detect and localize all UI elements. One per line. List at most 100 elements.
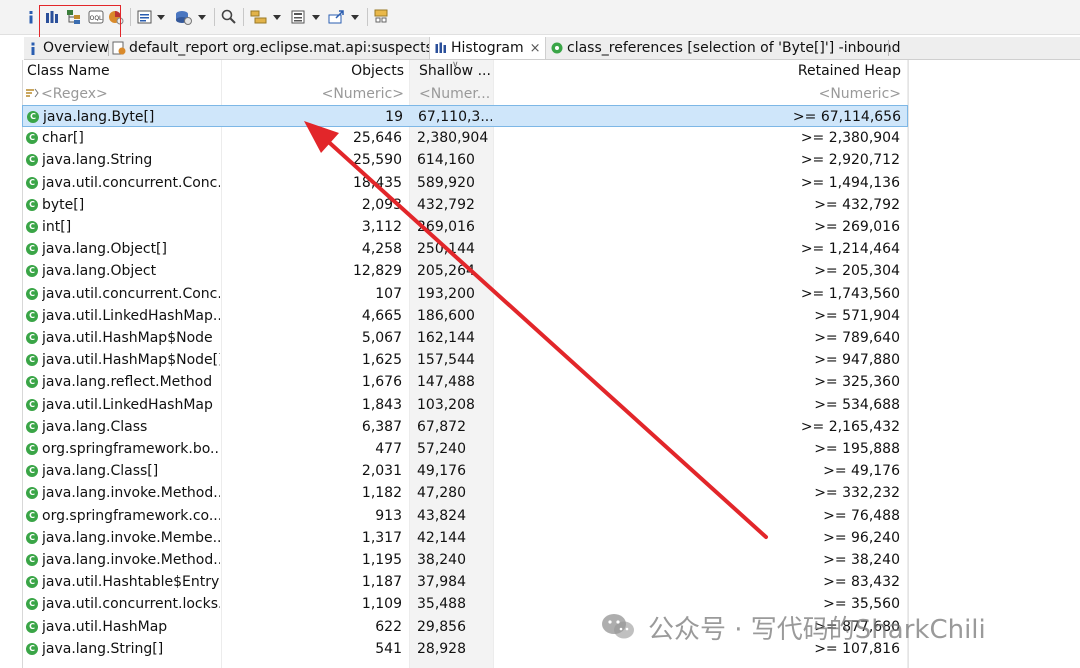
- shallow-heap-cell: 47,280: [417, 485, 466, 502]
- objects-cell: 25,646: [353, 130, 402, 147]
- table-row[interactable]: java.util.LinkedHashMap 1,843 103,208 >= 53…: [22, 394, 908, 416]
- table-row[interactable]: java.util.Hashtable$Entry 1,187 37,984 >= 8…: [22, 571, 908, 593]
- objects-cell: 541: [375, 640, 402, 657]
- chevron-down-icon[interactable]: [311, 8, 321, 26]
- retained-heap-filter[interactable]: <Numeric>: [494, 83, 901, 105]
- class-icon: [27, 111, 39, 123]
- class-icon: [26, 487, 38, 500]
- class-icon: [26, 531, 38, 544]
- close-icon[interactable]: ×: [530, 41, 541, 56]
- class-icon: [26, 354, 38, 367]
- class-icon: [26, 309, 38, 322]
- info-icon[interactable]: [24, 8, 38, 26]
- class-name-cell: java.lang.invoke.Method...: [42, 485, 220, 502]
- tab-default-report[interactable]: default_report org.eclipse.mat.api:suspe…: [112, 37, 433, 59]
- table-row[interactable]: java.util.LinkedHashMap... 4,665 186,600 >=…: [22, 305, 908, 327]
- tab-histogram[interactable]: Histogram ×: [429, 37, 546, 59]
- column-header-class-name[interactable]: Class Name: [27, 60, 217, 83]
- objects-cell: 4,258: [361, 241, 402, 258]
- objects-cell: 1,109: [361, 596, 402, 613]
- table-row[interactable]: java.lang.invoke.Method... 1,195 38,240 >= …: [22, 549, 908, 571]
- retained-heap-cell: >= 1,214,464: [800, 241, 900, 258]
- sort-indicator-icon: ∨: [452, 60, 459, 70]
- class-icon: [26, 287, 38, 300]
- class-name-cell: java.lang.Object[]: [42, 241, 167, 258]
- shallow-heap-filter[interactable]: <Numer...: [419, 83, 491, 105]
- find-object-icon[interactable]: [221, 8, 237, 26]
- shallow-heap-cell: 162,144: [417, 330, 475, 346]
- chevron-down-icon[interactable]: [197, 8, 207, 26]
- objects-cell: 18,435: [353, 174, 402, 191]
- retained-heap-cell: >= 2,920,712: [800, 152, 900, 169]
- calculate-icon[interactable]: [290, 8, 306, 26]
- retained-heap-cell: >= 49,176: [823, 463, 900, 480]
- retained-heap-cell: >= 67,114,656: [792, 109, 901, 125]
- class-icon: [26, 576, 38, 589]
- table-row[interactable]: int[] 3,112 269,016 >= 269,016: [22, 216, 908, 238]
- column-header-retained-heap[interactable]: Retained Heap: [494, 60, 901, 83]
- table-row[interactable]: java.util.concurrent.Conc... 107 193,200 >=…: [22, 283, 908, 305]
- query-browser-icon[interactable]: [137, 8, 153, 26]
- column-header-objects[interactable]: Objects: [222, 60, 404, 83]
- tab-label: class_references [selection of 'Byte[]']…: [567, 40, 901, 56]
- tab-class-references[interactable]: class_references [selection of 'Byte[]']…: [550, 37, 901, 59]
- objects-cell: 5,067: [361, 330, 402, 346]
- export-icon[interactable]: [328, 8, 346, 26]
- table-row[interactable]: java.lang.Object 12,829 205,264 >= 205,304: [22, 260, 908, 282]
- table-row[interactable]: java.lang.Object[] 4,258 250,144 >= 1,214,4…: [22, 238, 908, 260]
- shallow-heap-cell: 35,488: [417, 596, 466, 613]
- tab-label: default_report org.eclipse.mat.api:suspe…: [129, 40, 433, 56]
- table-row[interactable]: char[] 25,646 2,380,904 >= 2,380,904: [22, 127, 908, 149]
- table-row[interactable]: java.lang.String 25,590 614,160 >= 2,920,71…: [22, 149, 908, 171]
- chevron-down-icon[interactable]: [350, 8, 360, 26]
- shallow-heap-cell: 147,488: [417, 374, 475, 391]
- retained-heap-cell: >= 195,888: [814, 441, 900, 457]
- class-name-cell: java.util.concurrent.locks...: [42, 596, 220, 613]
- class-icon: [26, 154, 38, 167]
- table-row[interactable]: java.util.HashMap$Node[] 1,625 157,544 >= 9…: [22, 349, 908, 371]
- report-icon: [112, 41, 126, 55]
- left-gutter: [0, 60, 23, 668]
- objects-filter[interactable]: <Numeric>: [222, 83, 404, 105]
- class-icon: [26, 554, 38, 566]
- shallow-heap-cell: 67,110,3...: [418, 109, 492, 125]
- heap-dump-overview-icon[interactable]: [174, 8, 192, 26]
- class-icon: [26, 265, 38, 278]
- class-name-filter[interactable]: <Regex>: [25, 83, 219, 105]
- objects-cell: 913: [375, 507, 402, 524]
- class-name-cell: java.lang.String[]: [42, 640, 164, 657]
- objects-cell: 1,843: [361, 396, 402, 413]
- table-row[interactable]: java.lang.reflect.Method 1,676 147,488 >= 3…: [22, 371, 908, 393]
- retained-heap-cell: >= 325,360: [814, 374, 900, 391]
- class-name-cell: java.lang.String: [42, 152, 153, 169]
- retained-heap-cell: >= 2,380,904: [800, 130, 900, 147]
- objects-cell: 1,195: [361, 552, 402, 568]
- shallow-heap-cell: 205,264: [417, 263, 475, 280]
- class-icon: [26, 132, 38, 145]
- shallow-heap-cell: 29,856: [417, 618, 466, 635]
- chevron-down-icon[interactable]: [272, 8, 282, 26]
- table-row[interactable]: byte[] 2,093 432,792 >= 432,792: [22, 194, 908, 216]
- histogram-icon: [434, 41, 448, 55]
- tab-overview[interactable]: Overview: [26, 37, 109, 59]
- class-name-cell: org.springframework.co...: [42, 507, 220, 524]
- chevron-down-icon[interactable]: [156, 8, 166, 26]
- shallow-heap-cell: 42,144: [417, 529, 466, 546]
- table-row[interactable]: java.lang.Class[] 2,031 49,176 >= 49,176: [22, 460, 908, 482]
- tab-label: Histogram: [451, 40, 524, 56]
- table-row[interactable]: java.lang.Class 6,387 67,872 >= 2,165,432: [22, 416, 908, 438]
- table-row[interactable]: java.lang.invoke.Membe... 1,317 42,144 >= 9…: [22, 527, 908, 549]
- table-row[interactable]: java.util.concurrent.Conc... 18,435 589,92…: [22, 172, 908, 194]
- class-name-cell: int[]: [42, 219, 72, 235]
- pin-icon[interactable]: [373, 8, 391, 26]
- class-name-cell: java.lang.Class[]: [42, 463, 159, 480]
- table-row[interactable]: org.springframework.co... 913 43,824 >= 76,…: [22, 505, 908, 527]
- table-row[interactable]: java.lang.Byte[] 19 67,110,3... >= 67,114,6…: [22, 105, 908, 127]
- table-row[interactable]: org.springframework.bo... 477 57,240 >= 195…: [22, 438, 908, 460]
- class-name-cell: java.util.LinkedHashMap...: [42, 307, 220, 324]
- annotation-highlight-box: [39, 5, 121, 41]
- table-row[interactable]: java.lang.invoke.Method... 1,182 47,280 >= …: [22, 482, 908, 504]
- group-icon[interactable]: [250, 8, 268, 26]
- retained-heap-cell: >= 205,304: [814, 263, 900, 280]
- table-row[interactable]: java.util.HashMap$Node 5,067 162,144 >= 789…: [22, 327, 908, 349]
